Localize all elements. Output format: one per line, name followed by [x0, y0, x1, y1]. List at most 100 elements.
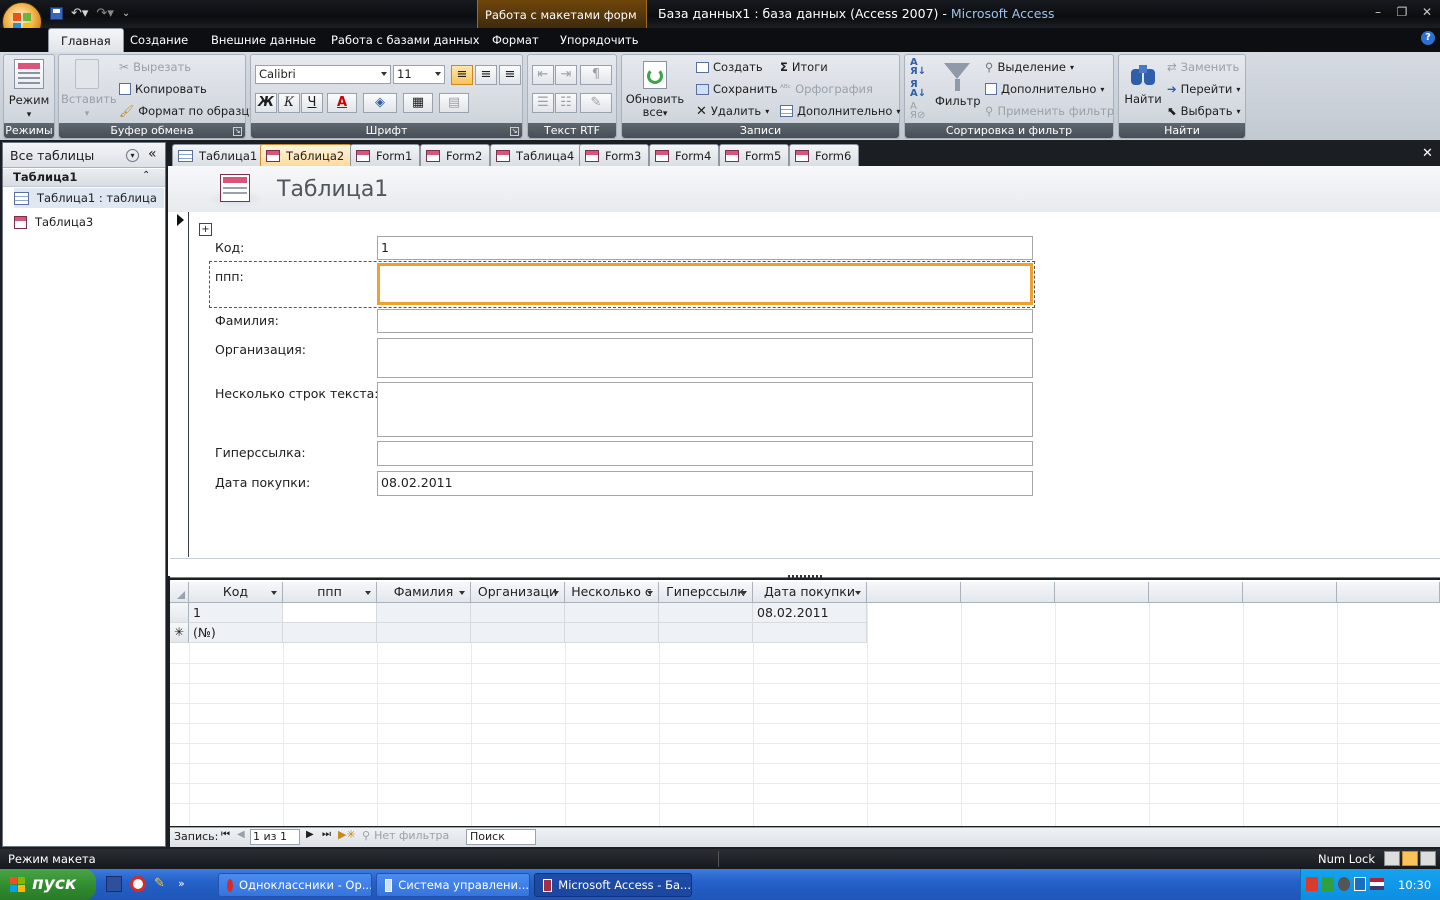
- first-record-icon[interactable]: ⏮: [221, 829, 230, 840]
- splitter-grip-icon[interactable]: [788, 575, 824, 578]
- doc-tab-table4[interactable]: Таблица4: [490, 144, 583, 166]
- close-document-icon[interactable]: ✕: [1422, 146, 1433, 161]
- taskbar-item-access[interactable]: Microsoft Access - Ба...: [534, 873, 692, 897]
- network-icon[interactable]: [1322, 877, 1334, 891]
- new-row-cell[interactable]: [471, 623, 565, 643]
- bullets-button[interactable]: ☷: [555, 93, 577, 113]
- tab-database-tools[interactable]: Работа с базами данных: [319, 28, 492, 52]
- copy-button[interactable]: Копировать: [119, 80, 207, 98]
- tool-icon[interactable]: ✎: [154, 876, 170, 892]
- fill-color-button[interactable]: ◈: [363, 93, 397, 113]
- current-record-input[interactable]: 1 из 1: [250, 829, 300, 845]
- new-row-cell[interactable]: [659, 623, 753, 643]
- design-view-switch-icon[interactable]: [1420, 851, 1436, 866]
- underline-button[interactable]: Ч: [301, 93, 323, 113]
- replace-button[interactable]: ⇄ Заменить: [1167, 58, 1239, 76]
- field-purchase-date[interactable]: 08.02.2011: [377, 471, 1033, 496]
- field-multiline[interactable]: [377, 382, 1033, 437]
- gridlines-button[interactable]: ▦: [403, 93, 433, 113]
- field-organization[interactable]: [377, 338, 1033, 378]
- record-selector[interactable]: [170, 212, 189, 557]
- column-dropdown-icon[interactable]: [553, 591, 559, 595]
- align-right-button[interactable]: ≡: [499, 65, 521, 85]
- language-flag-icon[interactable]: [1370, 878, 1384, 890]
- nav-collapse-icon[interactable]: «: [148, 146, 157, 162]
- sort-ascending-icon[interactable]: A Я↓: [910, 58, 926, 77]
- opera-icon[interactable]: [130, 876, 146, 892]
- doc-tab-form4[interactable]: Form4: [649, 144, 720, 166]
- highlight-button[interactable]: ✎: [580, 93, 612, 113]
- table-cell[interactable]: [659, 603, 753, 623]
- table-cell[interactable]: 1: [189, 603, 283, 623]
- increase-indent-button[interactable]: ⇥: [555, 65, 577, 85]
- column-header-code[interactable]: Код: [189, 582, 283, 603]
- selection-button[interactable]: ⚲ Выделение ▾: [985, 58, 1074, 76]
- column-header-organization[interactable]: Организаци: [471, 582, 565, 603]
- layout-view-switch-icon[interactable]: [1402, 851, 1418, 866]
- tab-external-data[interactable]: Внешние данные: [199, 28, 328, 52]
- select-button[interactable]: ⬉ Выбрать ▾: [1167, 102, 1241, 120]
- new-row-cell[interactable]: [377, 623, 471, 643]
- column-header-purchase-date[interactable]: Дата покупки: [753, 582, 867, 603]
- column-dropdown-icon[interactable]: [741, 591, 747, 595]
- search-input[interactable]: Поиск: [466, 829, 536, 845]
- more-records-button[interactable]: Дополнительно ▾: [780, 102, 900, 120]
- clear-sort-icon[interactable]: A Я⊘: [910, 102, 925, 121]
- table-cell[interactable]: [565, 603, 659, 623]
- new-row-cell[interactable]: [753, 623, 867, 643]
- refresh-all-button[interactable]: Обновить все▾: [624, 61, 686, 121]
- numbering-button[interactable]: ☰: [532, 93, 554, 113]
- dialog-launcher-icon[interactable]: ↘: [510, 127, 519, 136]
- apply-filter-button[interactable]: ⚲ Применить фильтр: [985, 102, 1114, 120]
- totals-button[interactable]: Σ Итоги: [780, 58, 828, 76]
- new-record-button[interactable]: Создать: [696, 58, 763, 76]
- close-button[interactable]: ✕: [1417, 4, 1437, 20]
- bold-button[interactable]: Ж: [255, 93, 277, 113]
- tab-create[interactable]: Создание: [118, 28, 200, 52]
- tab-format[interactable]: Формат: [480, 28, 551, 52]
- new-row-selector[interactable]: ✳: [170, 623, 189, 643]
- table-cell[interactable]: [377, 603, 471, 623]
- doc-tab-form5[interactable]: Form5: [719, 144, 790, 166]
- new-row-cell[interactable]: [283, 623, 377, 643]
- field-ppp[interactable]: [377, 263, 1033, 305]
- doc-tab-form2[interactable]: Form2: [420, 144, 491, 166]
- select-all-corner[interactable]: [170, 582, 189, 603]
- filter-status[interactable]: ⚲ Нет фильтра: [362, 829, 449, 842]
- restore-button[interactable]: ❐: [1392, 4, 1412, 20]
- paste-button[interactable]: Вставить ▾: [61, 59, 117, 121]
- taskbar-item-opera[interactable]: Одноклассники - Op...: [218, 873, 372, 897]
- table-cell[interactable]: [471, 603, 565, 623]
- field-hyperlink[interactable]: [377, 441, 1033, 466]
- nav-dropdown-icon[interactable]: ▾: [126, 149, 139, 162]
- column-dropdown-icon[interactable]: [855, 591, 861, 595]
- security-icon[interactable]: [1354, 877, 1366, 891]
- column-header-multiline[interactable]: Несколько с: [565, 582, 659, 603]
- taskbar-item-system[interactable]: Система управлени...: [376, 873, 530, 897]
- doc-tab-table1[interactable]: Таблица1: [172, 144, 266, 166]
- goto-button[interactable]: ➔ Перейти ▾: [1167, 80, 1240, 98]
- delete-record-button[interactable]: ✕ Удалить ▾: [696, 102, 769, 120]
- font-color-button[interactable]: A: [327, 93, 357, 113]
- form-view-switch-icon[interactable]: [1384, 851, 1400, 866]
- volume-icon[interactable]: [1306, 877, 1318, 891]
- filter-button[interactable]: Фильтр: [935, 61, 981, 108]
- antivirus-icon[interactable]: [1338, 877, 1350, 891]
- tab-arrange[interactable]: Упорядочить: [548, 28, 651, 52]
- nav-group-collapse-icon[interactable]: ⌃: [142, 170, 150, 181]
- move-handle-icon[interactable]: +: [199, 223, 212, 236]
- column-header-surname[interactable]: Фамилия: [377, 582, 471, 603]
- previous-record-icon[interactable]: ◀: [237, 829, 245, 840]
- doc-tab-table2[interactable]: Таблица2: [260, 144, 353, 167]
- last-record-icon[interactable]: ⏭: [322, 829, 331, 840]
- advanced-filter-button[interactable]: Дополнительно ▾: [985, 80, 1104, 98]
- doc-tab-form3[interactable]: Form3: [579, 144, 650, 166]
- save-icon[interactable]: [50, 6, 63, 20]
- column-dropdown-icon[interactable]: [647, 591, 653, 595]
- table-cell[interactable]: 08.02.2011: [753, 603, 867, 623]
- paragraph-direction-button[interactable]: ¶: [580, 65, 612, 85]
- new-blank-record-icon[interactable]: ▶✳: [338, 828, 356, 841]
- save-record-button[interactable]: Сохранить: [696, 80, 778, 98]
- column-header-hyperlink[interactable]: Гиперссылк: [659, 582, 753, 603]
- view-button[interactable]: Режим ▾: [7, 59, 51, 122]
